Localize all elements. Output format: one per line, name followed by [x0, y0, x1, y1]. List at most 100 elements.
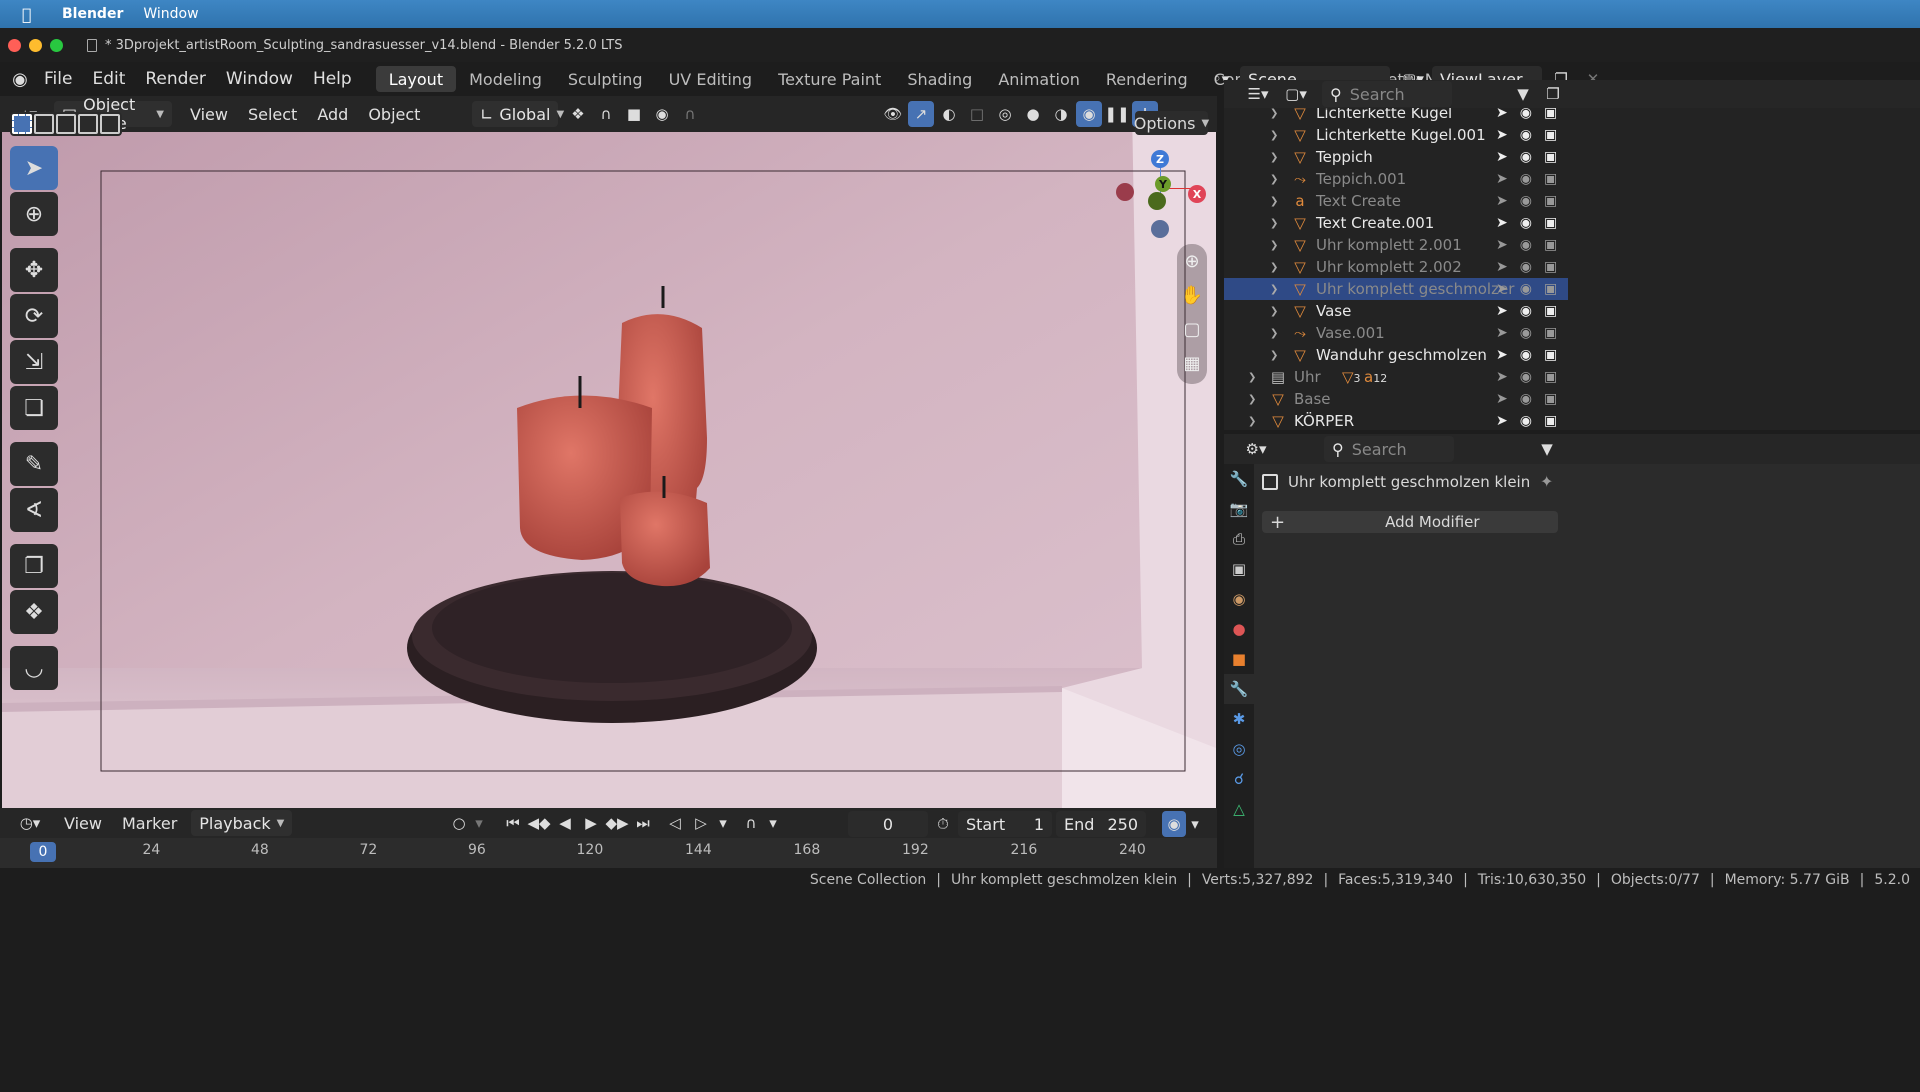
- jump-end-icon[interactable]: ⏭: [630, 810, 656, 836]
- camera-icon[interactable]: ▣: [1544, 171, 1557, 187]
- material-shading-icon[interactable]: ◑: [1048, 101, 1074, 127]
- window-menu[interactable]: Window: [143, 6, 198, 22]
- cursor-tool-icon[interactable]: ⊕: [10, 192, 58, 236]
- select-arrow-icon[interactable]: ➤: [1496, 259, 1508, 275]
- select-arrow-icon[interactable]: ➤: [1496, 215, 1508, 231]
- camera-icon[interactable]: ▣: [1544, 303, 1557, 319]
- outliner-search-input[interactable]: ⚲ Search: [1322, 81, 1452, 107]
- snap-timeline-icon[interactable]: ∩: [738, 810, 764, 836]
- snap-icon[interactable]: ∩: [593, 101, 619, 127]
- object-tab-icon[interactable]: ■: [1224, 644, 1254, 674]
- display-mode-icon[interactable]: ▢▾: [1280, 81, 1312, 107]
- camera-icon[interactable]: ▣: [1544, 237, 1557, 253]
- jump-start-icon[interactable]: ⏮: [500, 810, 526, 836]
- outliner-row[interactable]: ❯ ▽ KÖRPER ➤ ◉ ▣: [1224, 410, 1568, 430]
- camera-icon[interactable]: ▣: [1544, 413, 1557, 429]
- eye-icon[interactable]: ◉: [1520, 215, 1532, 231]
- overlay-icon[interactable]: ◐: [936, 101, 962, 127]
- select-invert-icon[interactable]: [78, 114, 98, 134]
- select-tool-icon[interactable]: ➤: [10, 146, 58, 190]
- minimize-window-button[interactable]: [29, 38, 42, 52]
- scale-tool-icon[interactable]: ⇲: [10, 340, 58, 384]
- eye-icon[interactable]: ◉: [1520, 259, 1532, 275]
- eye-icon[interactable]: ◉: [1520, 391, 1532, 407]
- pivot-icon[interactable]: ❖: [565, 101, 591, 127]
- camera-icon[interactable]: ▣: [1544, 391, 1557, 407]
- select-subtract-icon[interactable]: [56, 114, 76, 134]
- expand-arrow-icon[interactable]: ❯: [1270, 284, 1282, 295]
- expand-arrow-icon[interactable]: ❯: [1270, 306, 1282, 317]
- outliner-row[interactable]: ❯ ▽ Uhr komplett geschmolzer ➤ ◉ ▣: [1224, 278, 1568, 300]
- outliner-row[interactable]: ❯ ▤ Uhr ➤ ◉ ▣ ▽3 a12: [1224, 366, 1568, 388]
- edit-menu[interactable]: Edit: [82, 69, 135, 89]
- frame-indicator[interactable]: 0: [30, 842, 56, 862]
- modifier-tab-icon[interactable]: 🔧: [1224, 674, 1254, 704]
- camera-icon[interactable]: ▣: [1544, 149, 1557, 165]
- axis-neg-x-ball[interactable]: [1116, 183, 1134, 201]
- 3d-viewport[interactable]: [2, 108, 1216, 808]
- eye-icon[interactable]: ◉: [1520, 149, 1532, 165]
- close-window-button[interactable]: [8, 38, 21, 52]
- select-arrow-icon[interactable]: ➤: [1496, 369, 1508, 385]
- outliner-row[interactable]: ❯ ⤳ Teppich.001 ➤ ◉ ▣: [1224, 168, 1568, 190]
- camera-icon[interactable]: ▣: [1544, 259, 1557, 275]
- select-arrow-icon[interactable]: ➤: [1496, 413, 1508, 429]
- camera-icon[interactable]: ▣: [1544, 369, 1557, 385]
- select-arrow-icon[interactable]: ➤: [1496, 149, 1508, 165]
- outliner-row[interactable]: ❯ ▽ Wanduhr geschmolzen ➤ ◉ ▣: [1224, 344, 1568, 366]
- window-menu-blender[interactable]: Window: [216, 69, 303, 89]
- expand-arrow-icon[interactable]: ❯: [1270, 240, 1282, 251]
- eye-icon[interactable]: ◉: [1520, 347, 1532, 363]
- select-intersect-icon[interactable]: [100, 114, 120, 134]
- new-collection-icon[interactable]: ❐: [1540, 81, 1566, 107]
- eye-icon[interactable]: ◉: [1520, 281, 1532, 297]
- perspective-grid-icon[interactable]: ▦: [1177, 346, 1207, 380]
- auto-key-icon[interactable]: ○: [446, 810, 472, 836]
- camera-icon[interactable]: ▣: [1544, 108, 1557, 121]
- marker-menu[interactable]: Marker: [112, 814, 187, 833]
- axis-neg-y-ball[interactable]: [1148, 192, 1166, 210]
- select-extend-icon[interactable]: [34, 114, 54, 134]
- timeline-ruler[interactable]: 24 48 72 96 120 144 168 192 216 240: [0, 838, 1217, 868]
- axis-y-ball[interactable]: Y: [1155, 176, 1171, 192]
- output-tab-icon[interactable]: ⎙: [1224, 524, 1254, 554]
- outliner-row[interactable]: ❯ ▽ Teppich ➤ ◉ ▣: [1224, 146, 1568, 168]
- eye-icon[interactable]: ◉: [1520, 325, 1532, 341]
- solid-shading-icon[interactable]: ●: [1020, 101, 1046, 127]
- select-arrow-icon[interactable]: ➤: [1496, 391, 1508, 407]
- select-arrow-icon[interactable]: ➤: [1496, 281, 1508, 297]
- camera-icon[interactable]: ▣: [1544, 193, 1557, 209]
- file-menu[interactable]: File: [34, 69, 82, 89]
- select-arrow-icon[interactable]: ➤: [1496, 347, 1508, 363]
- add-modifier-button[interactable]: + Add Modifier: [1262, 511, 1558, 533]
- particles-tab-icon[interactable]: ✱: [1224, 704, 1254, 734]
- eye-icon[interactable]: ◉: [1520, 171, 1532, 187]
- expand-arrow-icon[interactable]: ❯: [1270, 218, 1282, 229]
- data-tab-icon[interactable]: △: [1224, 794, 1254, 824]
- gizmo-icon[interactable]: ↗: [908, 101, 934, 127]
- view-menu[interactable]: View: [180, 105, 238, 124]
- snap-dropdown-icon[interactable]: ▾: [764, 810, 782, 836]
- options-button[interactable]: Options ▼: [1134, 111, 1209, 135]
- rotate-tool-icon[interactable]: ⟳: [10, 294, 58, 338]
- properties-search-input[interactable]: ⚲ Search: [1324, 436, 1454, 462]
- render-menu[interactable]: Render: [135, 69, 216, 89]
- eye-icon[interactable]: ◉: [1520, 369, 1532, 385]
- zoom-icon[interactable]: ⊕: [1177, 244, 1207, 278]
- start-frame-field[interactable]: Start 1: [958, 811, 1052, 837]
- outliner-row[interactable]: ❯ ▽ Base ➤ ◉ ▣: [1224, 388, 1568, 410]
- expand-arrow-icon[interactable]: ❯: [1248, 372, 1260, 383]
- keying-dropdown-icon[interactable]: ▾: [472, 810, 486, 836]
- select-arrow-icon[interactable]: ➤: [1496, 108, 1508, 121]
- visibility-icon[interactable]: 👁: [880, 101, 906, 127]
- pan-hand-icon[interactable]: ✋: [1177, 278, 1207, 312]
- select-arrow-icon[interactable]: ➤: [1496, 127, 1508, 143]
- transform-object-tool-icon[interactable]: ❖: [10, 590, 58, 634]
- next-frame-icon[interactable]: ▷: [688, 810, 714, 836]
- camera-view-icon[interactable]: ▢: [1177, 312, 1207, 346]
- pause-render-icon[interactable]: ❚❚: [1104, 101, 1130, 127]
- properties-options-icon[interactable]: ▼: [1534, 436, 1560, 462]
- eye-icon[interactable]: ◉: [1520, 193, 1532, 209]
- add-menu[interactable]: Add: [307, 105, 358, 124]
- expand-arrow-icon[interactable]: ❯: [1270, 262, 1282, 273]
